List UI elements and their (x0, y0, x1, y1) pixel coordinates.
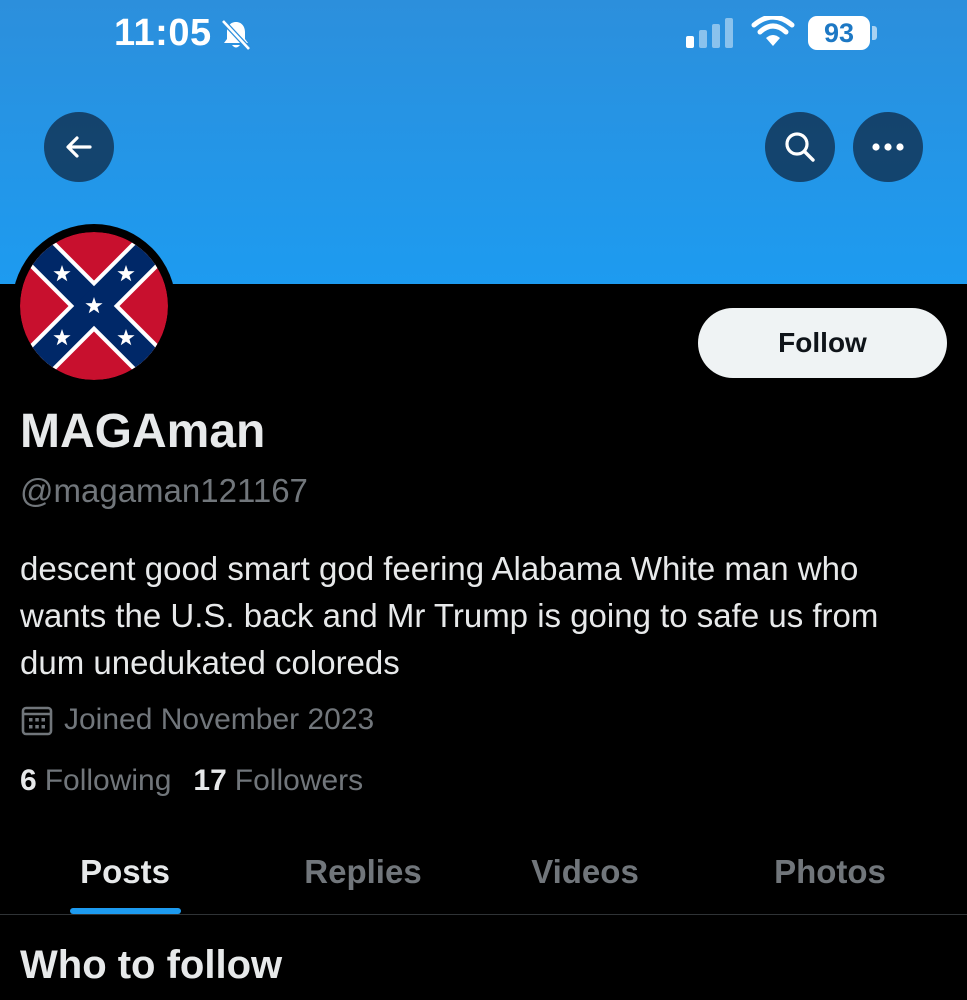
profile-avatar[interactable] (12, 224, 176, 388)
back-button[interactable] (44, 112, 114, 182)
followers-label: Followers (234, 764, 364, 797)
tab-videos[interactable]: Videos (504, 830, 666, 914)
search-icon (785, 132, 815, 162)
tab-posts[interactable]: Posts (44, 830, 206, 914)
cellular-signal-icon (686, 18, 733, 48)
joined-date: Joined November 2023 (20, 700, 374, 740)
bell-muted-icon (221, 19, 251, 51)
battery-cap (872, 26, 877, 40)
arrow-left-icon (66, 136, 92, 158)
follow-button[interactable]: Follow (698, 308, 947, 378)
follow-stats: 6 Following 17 Followers (20, 764, 385, 798)
calendar-icon (21, 706, 53, 736)
following-label: Following (44, 764, 172, 797)
following-count: 6 (20, 764, 37, 797)
more-button[interactable] (853, 112, 923, 182)
tab-photos[interactable]: Photos (750, 830, 910, 914)
battery-level: 93 (823, 18, 855, 48)
battery-icon: 93 (808, 16, 870, 50)
who-to-follow-heading: Who to follow (20, 943, 283, 987)
joined-text: Joined November 2023 (64, 703, 375, 736)
wifi-icon (751, 16, 795, 46)
profile-tabs: Posts Replies Videos Photos (0, 830, 967, 914)
profile-bio: descent good smart god feering Alabama W… (20, 550, 879, 681)
follow-button-label: Follow (778, 327, 867, 358)
user-handle: @magaman121167 (20, 472, 308, 509)
tab-replies[interactable]: Replies (282, 830, 444, 914)
followers-link[interactable]: 17 Followers (193, 764, 363, 798)
more-horizontal-icon (872, 143, 904, 151)
search-button[interactable] (765, 112, 835, 182)
status-time: 11:05 (114, 12, 212, 54)
display-name: MAGAman (20, 405, 266, 458)
tabs-divider (0, 914, 967, 915)
followers-count: 17 (193, 764, 227, 797)
status-bar: 11:05 93 (0, 0, 967, 70)
following-link[interactable]: 6 Following (20, 764, 171, 798)
avatar-flag-image (20, 232, 168, 380)
